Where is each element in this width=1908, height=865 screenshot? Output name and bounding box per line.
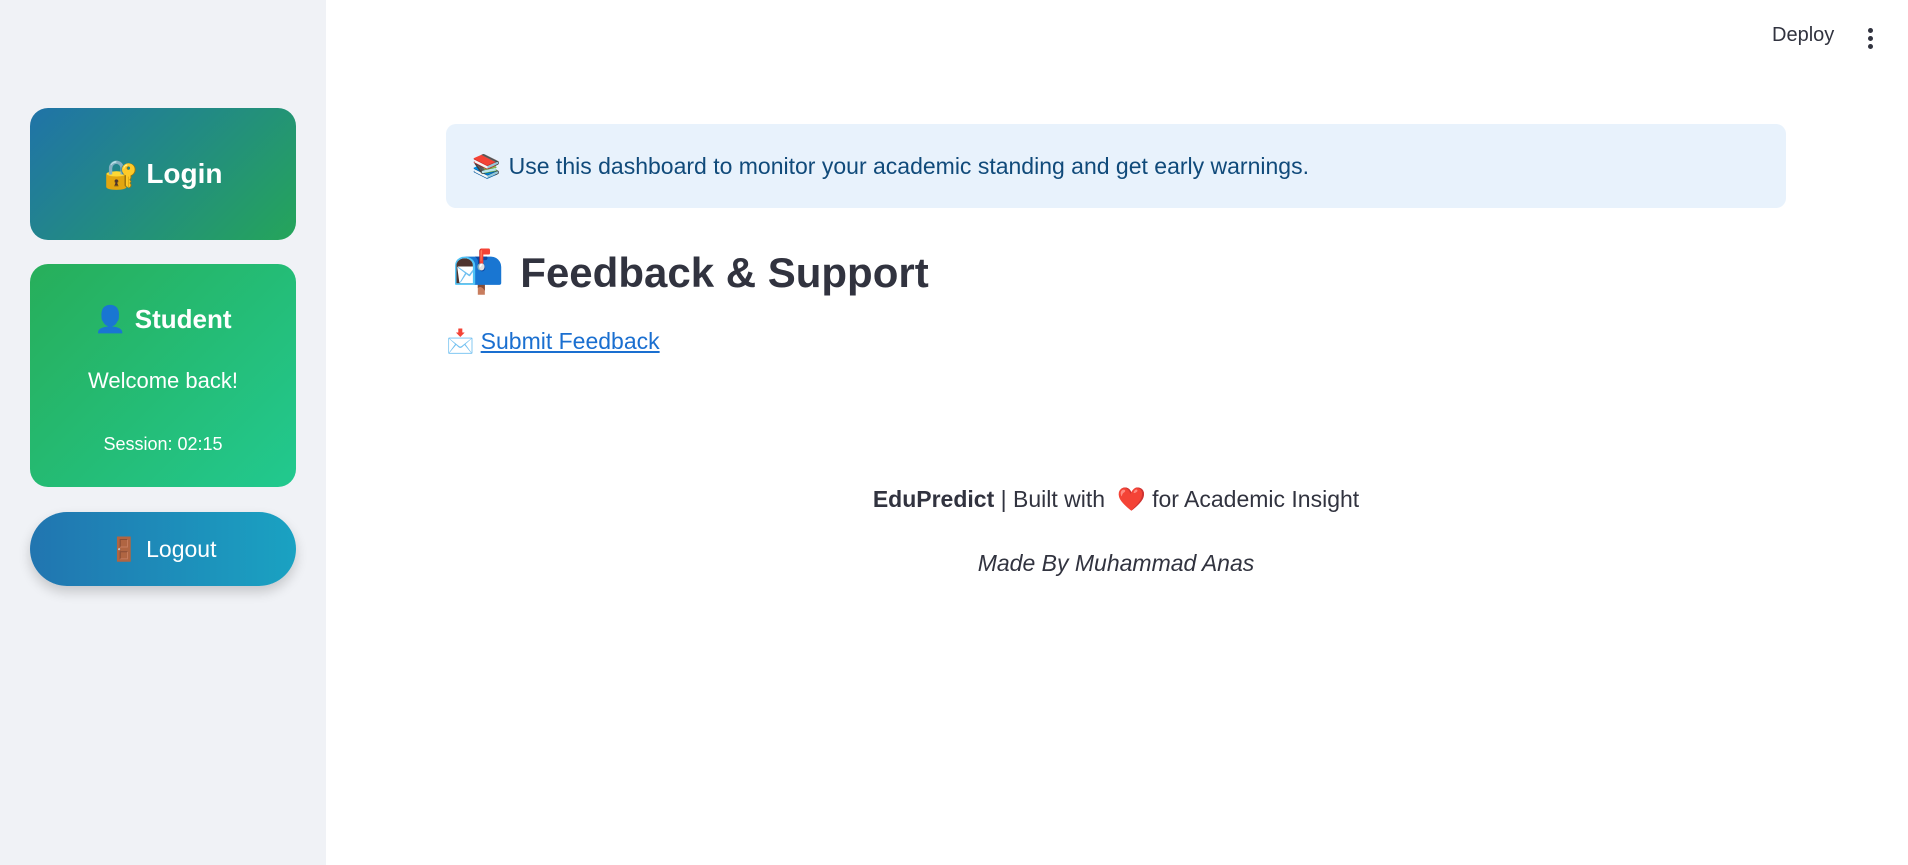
envelope-icon: 📩 <box>446 328 475 354</box>
mailbox-icon: 📬 <box>452 248 505 295</box>
logout-button[interactable]: 🚪 Logout <box>30 512 296 586</box>
student-card: 👤 Student Welcome back! Session: 02:15 <box>30 264 296 487</box>
footer-credit: Made By Muhammad Anas <box>977 550 1255 576</box>
footer-separator: | Built with <box>994 486 1112 512</box>
deploy-button[interactable]: Deploy <box>1772 24 1834 47</box>
student-title-label: Student <box>134 304 232 334</box>
page-title: 📬 Feedback & Support <box>452 248 929 297</box>
session-timer: Session: 02:15 <box>103 434 223 454</box>
footer-suffix: for Academic Insight <box>1152 486 1360 512</box>
submit-feedback-label: Submit Feedback <box>480 328 660 354</box>
user-icon: 👤 <box>94 304 127 334</box>
lock-icon: 🔐 <box>103 158 139 190</box>
student-title: 👤 Student <box>30 304 296 335</box>
page-title-text: Feedback & Support <box>520 248 929 296</box>
submit-feedback-link[interactable]: 📩 Submit Feedback <box>446 328 660 355</box>
info-banner: 📚 Use this dashboard to monitor your aca… <box>446 124 1786 208</box>
welcome-text: Welcome back! <box>88 368 238 393</box>
login-label: Login <box>146 158 223 189</box>
books-icon: 📚 <box>472 152 501 179</box>
heart-icon: ❤️ <box>1117 486 1147 512</box>
app-root: 🔐 Login 👤 Student Welcome back! Session: … <box>0 0 1908 865</box>
more-menu-icon[interactable] <box>1866 28 1874 52</box>
logout-label: Logout <box>146 535 217 562</box>
sidebar: 🔐 Login 👤 Student Welcome back! Session: … <box>0 0 326 865</box>
info-text: Use this dashboard to monitor your acade… <box>508 152 1309 179</box>
brand-name: EduPredict <box>872 486 995 512</box>
door-icon: 🚪 <box>109 535 139 562</box>
footer-tagline: EduPredict | Built with ❤️ for Academic I… <box>446 486 1786 513</box>
login-button[interactable]: 🔐 Login <box>30 108 296 240</box>
